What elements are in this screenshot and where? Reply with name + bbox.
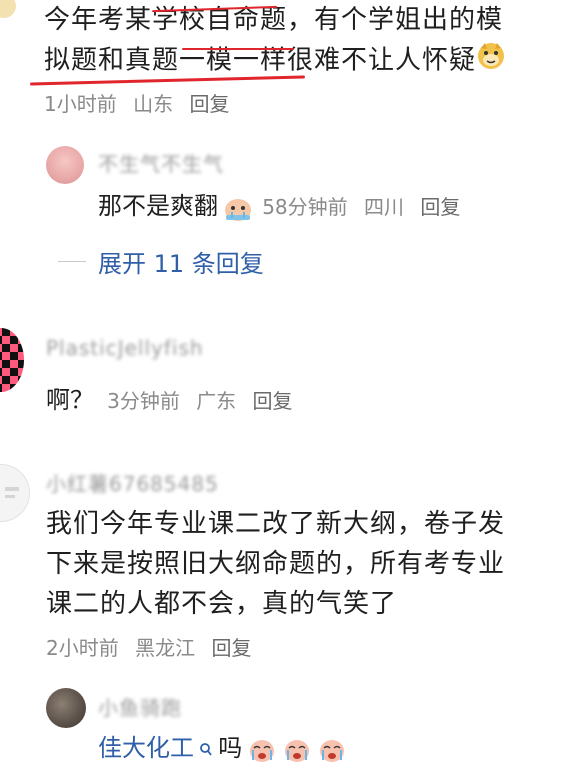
comment-meta: 1小时前 山东 回复 (44, 88, 239, 117)
reply-content: 那不是爽翻 58分钟前 四川 回复 (98, 186, 470, 226)
reply-button[interactable]: 回复 (189, 92, 229, 116)
comment-text: 今年考某学校自命题，有个学姐出的模 拟题和真题一模一样很难不让人怀疑 (44, 0, 564, 82)
reply-button[interactable]: 回复 (253, 389, 293, 413)
avatar[interactable] (46, 688, 86, 728)
search-keyword-link[interactable]: 佳大化工 (98, 734, 194, 762)
comment-text-span: 拟题和真题一模一样很难不让人怀疑 (44, 45, 477, 76)
avatar[interactable] (0, 0, 16, 18)
expand-replies-link[interactable]: 展开 11 条回复 (98, 244, 264, 279)
comment-username[interactable]: 小红薯67685485 (46, 468, 219, 497)
avatar[interactable] (46, 146, 84, 184)
comment-text-line: 我们今年专业课二改了新大纲，卷子发 (46, 509, 506, 539)
reply-time: 58分钟前 (262, 195, 348, 219)
reply-location: 四川 (364, 195, 404, 219)
search-icon[interactable] (199, 742, 213, 762)
doge-icon (476, 40, 506, 82)
crying-face-icon (247, 736, 277, 768)
comment-location: 广东 (196, 389, 237, 413)
comment-text: 我们今年专业课二改了新大纲，卷子发 下来是按照旧大纲命题的，所有考专业 课二的人… (46, 504, 566, 624)
comment-text-line: 课二的人都不会，真的气笑了 (46, 589, 398, 619)
comment-time: 1小时前 (44, 92, 117, 116)
reply-content: 佳大化工 吗 (98, 728, 347, 768)
comment-location: 黑龙江 (135, 636, 196, 660)
reply-username[interactable]: 小鱼骑跑 (98, 692, 182, 721)
crying-face-icon (282, 736, 312, 768)
comment-location: 山东 (133, 92, 174, 116)
expand-divider (58, 261, 86, 262)
comment-text-line: 下来是按照旧大纲命题的，所有考专业 (46, 549, 506, 579)
reply-text: 吗 (218, 734, 243, 762)
reply-username[interactable]: 不生气不生气 (98, 148, 224, 177)
avatar[interactable] (0, 328, 24, 392)
comment-text-line: 今年考某学校自命题，有个学姐出的模 (44, 5, 504, 35)
reply-button[interactable]: 回复 (211, 636, 251, 660)
crying-face-icon (223, 194, 253, 226)
comment-time: 3分钟前 (107, 389, 180, 413)
comment-text: 啊？ (46, 386, 94, 414)
reply-text: 那不是爽翻 (98, 192, 218, 220)
annotation-underline (182, 48, 294, 50)
comment-username[interactable]: PlasticJellyfish (46, 336, 204, 360)
crying-face-icon (317, 736, 347, 768)
comment-meta: 2小时前 黑龙江 回复 (46, 632, 261, 661)
reply-button[interactable]: 回复 (420, 195, 460, 219)
comment-time: 2小时前 (46, 636, 119, 660)
comment-content: 啊？ 3分钟前 广东 回复 (46, 380, 303, 415)
avatar[interactable] (0, 464, 30, 522)
